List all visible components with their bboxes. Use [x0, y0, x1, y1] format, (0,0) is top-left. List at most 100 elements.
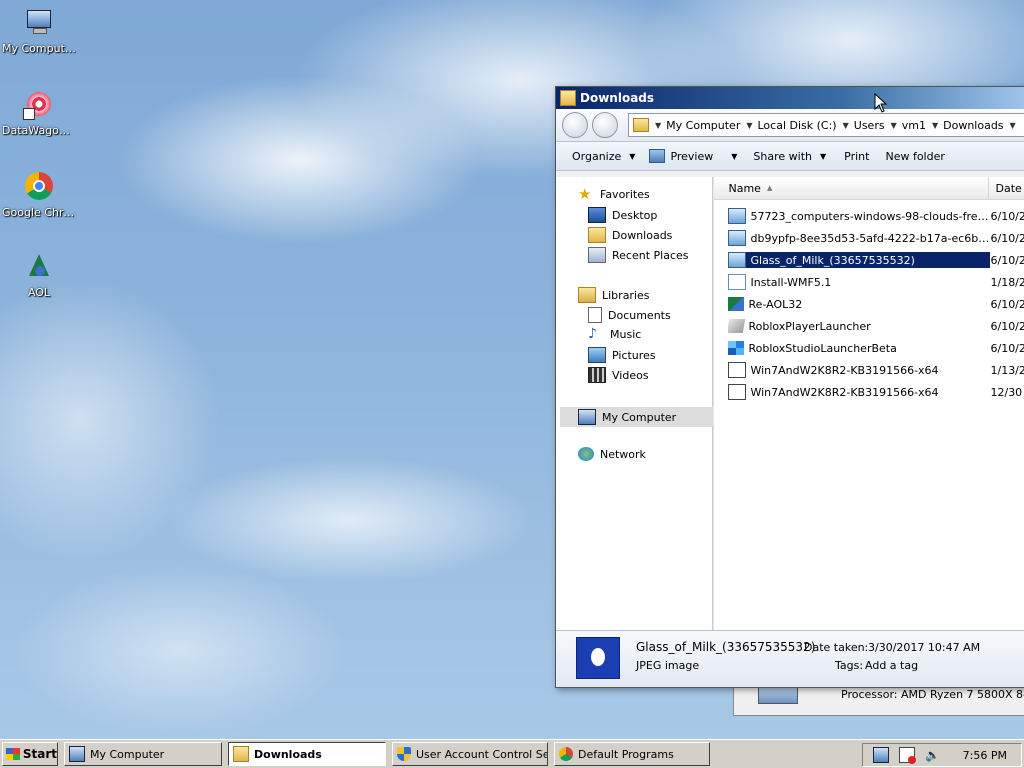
folder-icon	[560, 90, 576, 106]
breadcrumb-item[interactable]: ▼ Local Disk (C:)	[746, 119, 836, 132]
chevron-down-icon: ▼	[820, 151, 827, 161]
star-icon: ★	[578, 185, 592, 203]
volume-icon[interactable]: 🔈	[925, 748, 940, 762]
file-date: 6/10/2	[990, 297, 1024, 311]
desktop-icon-label: AOL	[27, 286, 51, 299]
desktop-icon-datawagon[interactable]: DataWagon...	[2, 90, 76, 137]
image-file-icon	[728, 230, 747, 246]
column-header-date[interactable]: Date m	[989, 182, 1024, 195]
title-bar[interactable]: Downloads	[556, 87, 1024, 109]
taskbar-item-default-programs[interactable]: Default Programs	[554, 742, 710, 766]
taskbar: Start My Computer Downloads User Account…	[0, 739, 1024, 768]
details-filename: Glass_of_Milk_(33657535532)	[636, 640, 816, 654]
nav-documents[interactable]: Documents	[588, 307, 671, 323]
desktop-icon-label: My Computer	[2, 42, 76, 55]
back-button[interactable]	[562, 112, 588, 138]
computer-icon	[69, 746, 85, 762]
network-tray-icon[interactable]	[873, 747, 889, 763]
file-name-cell: 57723_computers-windows-98-clouds-free-d…	[728, 208, 990, 224]
taskbar-item-my-computer[interactable]: My Computer	[64, 742, 222, 766]
desktop-icon-label: Google Chrome	[2, 206, 76, 219]
details-file-type: JPEG image	[636, 659, 700, 672]
preview-button[interactable]: Preview ▼	[649, 149, 737, 163]
address-bar[interactable]: ▼ My Computer ▼ Local Disk (C:) ▼ Users ▼ vm…	[628, 113, 1024, 137]
image-file-icon	[728, 252, 747, 268]
desktop-icon-my-computer[interactable]: My Computer	[2, 8, 76, 55]
installer-icon	[728, 362, 747, 378]
file-row[interactable]: db9ypfp-8ee35d53-5afd-4222-b17a-ec6b53..…	[728, 227, 1024, 249]
file-name-cell: RobloxStudioLauncherBeta	[728, 341, 990, 355]
taskbar-item-downloads[interactable]: Downloads	[228, 742, 386, 766]
breadcrumb-item[interactable]: ▼ Users	[843, 119, 885, 132]
file-name: Win7AndW2K8R2-KB3191566-x64	[750, 363, 939, 377]
file-date: 12/30	[990, 385, 1023, 399]
file-row[interactable]: Install-WMF5.1 1/18/2	[728, 271, 1024, 293]
documents-icon	[588, 307, 602, 323]
nav-favorites[interactable]: ★ Favorites	[578, 185, 650, 203]
zip-file-icon	[728, 384, 747, 400]
roblox-studio-icon	[728, 341, 745, 355]
file-row[interactable]: Re-AOL32 6/10/2	[728, 293, 1024, 315]
mouse-cursor-icon	[874, 93, 888, 113]
share-with-button[interactable]: Share with ▼	[753, 150, 826, 163]
file-name-cell: RobloxPlayerLauncher	[728, 319, 990, 333]
file-date: 6/10/2	[990, 319, 1024, 333]
music-icon: ♪	[588, 326, 597, 342]
details-tags-value[interactable]: Add a tag	[865, 659, 918, 672]
file-row[interactable]: Win7AndW2K8R2-KB3191566-x64 1/13/2	[728, 359, 1024, 381]
desktop-icon-aol[interactable]: AOL	[2, 252, 76, 299]
folder-icon	[633, 118, 649, 132]
chevron-down-icon: ▼	[1009, 120, 1016, 130]
file-name: Glass_of_Milk_(33657535532)	[750, 253, 915, 267]
preview-icon	[649, 149, 666, 163]
start-button[interactable]: Start	[2, 742, 58, 766]
file-row[interactable]: RobloxPlayerLauncher 6/10/2	[728, 315, 1024, 337]
window-body: ★ Favorites Desktop Downloads Recent Pla…	[556, 177, 1024, 631]
file-row[interactable]: 57723_computers-windows-98-clouds-free-d…	[728, 205, 1024, 227]
nav-network[interactable]: Network	[578, 447, 646, 461]
nav-desktop[interactable]: Desktop	[588, 207, 657, 223]
network-icon	[578, 447, 594, 461]
chrome-icon	[23, 172, 55, 204]
clock[interactable]: 7:56 PM	[963, 749, 1007, 762]
file-name: 57723_computers-windows-98-clouds-free-d…	[750, 209, 991, 223]
nav-pictures[interactable]: Pictures	[588, 347, 656, 363]
file-name-cell: Install-WMF5.1	[728, 274, 990, 290]
explorer-window[interactable]: Downloads ▼ My Computer ▼ Local Disk (C:) …	[555, 86, 1024, 688]
breadcrumb-item[interactable]: ▼ Downloads ▼	[932, 119, 1021, 132]
downloads-folder-icon	[588, 227, 606, 243]
print-button[interactable]: Print	[844, 150, 869, 163]
breadcrumb-item[interactable]: ▼ My Computer	[655, 119, 740, 132]
desktop-icon-chrome[interactable]: Google Chrome	[2, 172, 76, 219]
nav-my-computer[interactable]: My Computer	[560, 407, 714, 427]
file-row[interactable]: RobloxStudioLauncherBeta 6/10/2	[728, 337, 1024, 359]
file-name: Win7AndW2K8R2-KB3191566-x64	[750, 385, 939, 399]
desktop-icon-label: DataWagon...	[2, 124, 76, 137]
file-name: db9ypfp-8ee35d53-5afd-4222-b17a-ec6b53..…	[750, 231, 991, 245]
new-folder-button[interactable]: New folder	[885, 150, 944, 163]
file-name-cell: Glass_of_Milk_(33657535532)	[728, 252, 991, 268]
nav-recent-places[interactable]: Recent Places	[588, 247, 689, 263]
details-date-label: Date taken:	[804, 641, 869, 654]
file-list[interactable]: Name ▲ Date m 57723_computers-windows-98…	[713, 177, 1024, 631]
file-row[interactable]: Win7AndW2K8R2-KB3191566-x64 12/30	[728, 381, 1024, 403]
datawagon-icon	[23, 90, 55, 122]
action-center-warning-icon[interactable]	[899, 747, 916, 764]
nav-libraries[interactable]: Libraries	[578, 287, 650, 303]
forward-button[interactable]	[592, 112, 618, 138]
image-file-icon	[728, 208, 747, 224]
processor-text: Processor: AMD Ryzen 7 5800X 8-Co...	[841, 688, 1024, 701]
nav-music[interactable]: ♪ Music	[588, 327, 641, 341]
nav-downloads[interactable]: Downloads	[588, 227, 672, 243]
chevron-right-icon: ▼	[931, 120, 939, 130]
nav-videos[interactable]: Videos	[588, 367, 649, 383]
file-date: 1/13/2	[990, 363, 1024, 377]
navigation-pane[interactable]: ★ Favorites Desktop Downloads Recent Pla…	[556, 177, 714, 631]
organize-button[interactable]: Organize ▼	[572, 150, 635, 163]
file-row[interactable]: Glass_of_Milk_(33657535532) 6/10/2	[728, 249, 1024, 271]
details-date-value: 3/30/2017 10:47 AM	[868, 641, 981, 654]
taskbar-item-uac[interactable]: User Account Control Se...	[392, 742, 548, 766]
column-header-name[interactable]: Name ▲	[714, 177, 990, 199]
file-name: Install-WMF5.1	[750, 275, 832, 289]
breadcrumb-item[interactable]: ▼ vm1	[891, 119, 926, 132]
